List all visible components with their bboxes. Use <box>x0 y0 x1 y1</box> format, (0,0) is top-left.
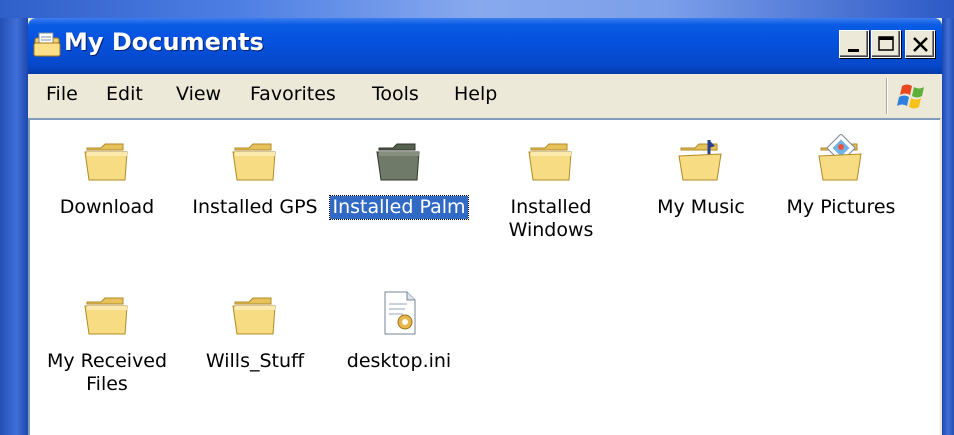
folder-icon <box>232 143 276 181</box>
item-label: Wills_Stuff <box>205 350 305 372</box>
item-label: My Music <box>657 196 745 218</box>
windows-logo <box>887 78 938 114</box>
item-desktop-ini[interactable]: desktop.ini <box>324 288 474 373</box>
windows-flag-icon <box>897 84 924 109</box>
folder-icon <box>84 297 128 335</box>
window-top-border <box>0 0 954 18</box>
file-view[interactable]: Download Installed GPS Installed Palm In… <box>28 118 940 435</box>
menu-file[interactable]: File <box>42 81 82 107</box>
close-icon <box>913 37 928 52</box>
maximize-button[interactable] <box>871 30 901 58</box>
item-my-pictures[interactable]: My Pictures <box>766 134 916 219</box>
item-label-line-2: Files <box>86 373 128 395</box>
minimize-icon <box>848 49 859 52</box>
item-label-line-1: My Received <box>46 350 168 372</box>
folder-icon <box>232 297 276 335</box>
menu-favorites[interactable]: Favorites <box>246 81 340 107</box>
window-title: My Documents <box>64 28 264 56</box>
item-installed-palm[interactable]: Installed Palm <box>324 134 474 220</box>
close-button[interactable] <box>905 30 935 58</box>
item-wills-stuff[interactable]: Wills_Stuff <box>180 288 330 373</box>
my-documents-icon <box>33 32 61 57</box>
item-installed-gps[interactable]: Installed GPS <box>180 134 330 219</box>
maximize-icon <box>878 36 894 51</box>
music-folder-icon <box>678 140 722 181</box>
window-right-border <box>942 18 954 435</box>
window-left-border <box>0 18 28 435</box>
item-label-line-1: Installed <box>510 196 592 218</box>
folder-icon <box>528 143 572 181</box>
menu-help[interactable]: Help <box>450 81 501 107</box>
menu-bar: File Edit View Favorites Tools Help <box>28 74 942 119</box>
settings-file-icon <box>384 291 416 335</box>
item-label: Download <box>59 196 155 218</box>
menu-edit[interactable]: Edit <box>102 81 147 107</box>
minimize-button[interactable] <box>839 30 869 58</box>
item-my-music[interactable]: My Music <box>626 134 776 219</box>
item-my-received-files[interactable]: My Received Files <box>32 288 182 396</box>
menu-tools[interactable]: Tools <box>368 81 423 107</box>
title-bar[interactable]: My Documents <box>28 18 942 74</box>
item-label-line-2: Windows <box>508 219 594 241</box>
menu-view[interactable]: View <box>172 81 225 107</box>
pictures-folder-icon <box>818 134 862 181</box>
item-label: Installed Palm <box>329 195 469 220</box>
item-download[interactable]: Download <box>32 134 182 219</box>
explorer-window: My Documents File Edit View Favorites To… <box>0 0 954 435</box>
item-label: My Pictures <box>786 196 896 218</box>
folder-icon <box>84 143 128 181</box>
item-label: Installed GPS <box>192 196 318 218</box>
item-installed-windows[interactable]: Installed Windows <box>476 134 626 242</box>
folder-icon <box>376 143 420 181</box>
item-label: desktop.ini <box>346 350 452 372</box>
